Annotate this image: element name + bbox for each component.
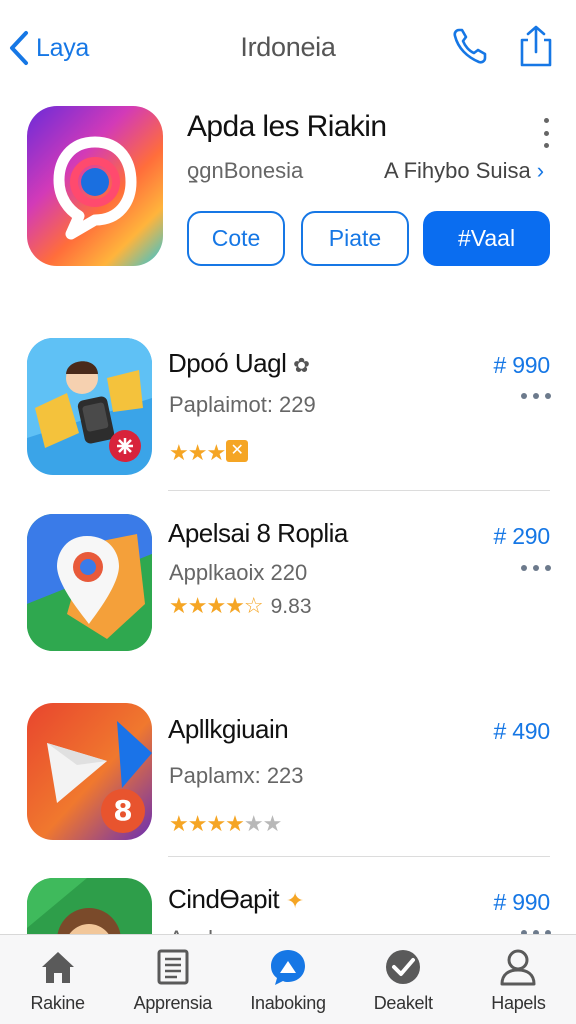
app-icon: 8 <box>27 703 152 840</box>
vaal-button[interactable]: #Vaal <box>423 211 550 266</box>
app-price[interactable]: # 290 <box>493 523 550 550</box>
phone-button[interactable] <box>448 22 492 70</box>
divider <box>168 856 550 857</box>
more-dot <box>545 565 551 571</box>
more-button[interactable] <box>521 563 551 573</box>
divider <box>168 490 550 491</box>
play-triangle-app-icon: 8 <box>27 703 152 840</box>
featured-link-label: A Fihybo Suisa <box>384 158 531 183</box>
chevron-right-icon: › <box>536 158 545 183</box>
star-icon: ★★★★ <box>169 811 245 836</box>
more-dot <box>543 130 549 136</box>
chat-icon <box>271 950 305 985</box>
star-rating: ★★★★★★ <box>169 811 282 837</box>
phone-icon <box>453 28 487 64</box>
more-dot <box>545 393 551 399</box>
featured-more-button[interactable] <box>534 118 558 148</box>
tab-label: Apprensia <box>133 993 213 1013</box>
tab-deakelt[interactable]: Deakelt <box>346 935 461 1024</box>
profile-icon <box>500 949 536 986</box>
title-badge-icon: ✦ <box>285 888 304 913</box>
tab-rakine[interactable]: Rakine <box>0 935 115 1024</box>
featured-app-title: Apda les Riakin <box>187 110 387 143</box>
map-pin-app-icon <box>27 514 152 651</box>
more-dot <box>533 393 539 399</box>
cote-button[interactable]: Cote <box>187 211 285 266</box>
app-title: CindƟapit ✦ <box>168 884 304 915</box>
tab-label: Hapels <box>491 993 546 1013</box>
star-empty-icon: ★★ <box>243 811 282 836</box>
featured-developer-link[interactable]: A Fihybo Suisa › <box>384 158 544 184</box>
piate-button[interactable]: Piate <box>301 211 409 266</box>
navigation-bar: Laya Irdoneia <box>0 0 576 96</box>
star-rating: ★★★ ✕ <box>169 440 249 466</box>
tab-label: Deakelt <box>373 993 433 1013</box>
featured-developer: ƍgnBonesia <box>187 158 304 183</box>
tab-apprensia[interactable]: Apprensia <box>115 935 230 1024</box>
star-rating: ★★★★☆ 9.83 <box>169 593 312 619</box>
list-icon <box>157 949 189 985</box>
app-icon <box>27 514 152 651</box>
share-icon <box>520 25 552 67</box>
more-dot <box>533 565 539 571</box>
title-badge-icon: ✿ <box>293 355 310 377</box>
tab-inaboking[interactable]: Inaboking <box>230 935 345 1024</box>
app-title: Apelsai 8 Roplia <box>168 518 348 548</box>
app-title: Dpoó Uagl ✿ <box>168 348 310 379</box>
app-title-text: Dpoó Uagl <box>168 348 287 378</box>
app-price[interactable]: # 990 <box>493 352 550 379</box>
speech-bubble-app-icon <box>53 136 137 240</box>
more-dot <box>543 118 549 123</box>
app-title-text: CindƟapit <box>168 884 280 914</box>
featured-app-icon[interactable] <box>27 106 163 266</box>
tab-bar: Rakine Apprensia Inaboking Deakelt Hapel… <box>0 934 576 1024</box>
check-circle-icon <box>386 950 421 984</box>
app-subtitle: Paplaimot: 229 <box>169 392 316 417</box>
more-dot <box>521 565 527 571</box>
share-button[interactable] <box>512 22 556 70</box>
more-button[interactable] <box>521 391 551 401</box>
tab-label: Rakine <box>30 993 85 1013</box>
app-title: Apllkgiuain <box>168 714 289 744</box>
svg-text:8: 8 <box>113 794 132 827</box>
app-icon <box>27 338 152 475</box>
star-icon: ★★★ <box>169 440 226 465</box>
more-dot <box>543 143 549 148</box>
app-subtitle: Paplamx: 223 <box>169 763 304 788</box>
star-icon: ★★★★☆ <box>169 593 264 618</box>
app-price[interactable]: # 990 <box>493 889 550 916</box>
rating-badge-icon: ✕ <box>226 440 249 462</box>
tab-hapels[interactable]: Hapels <box>461 935 576 1024</box>
app-price[interactable]: # 490 <box>493 718 550 745</box>
character-phone-app-icon <box>27 338 152 475</box>
home-icon <box>41 952 74 983</box>
tab-label: Inaboking <box>250 993 326 1013</box>
more-dot <box>521 393 527 399</box>
app-subtitle: Applkaoix 220 <box>169 560 308 585</box>
rating-value: 9.83 <box>270 595 312 618</box>
